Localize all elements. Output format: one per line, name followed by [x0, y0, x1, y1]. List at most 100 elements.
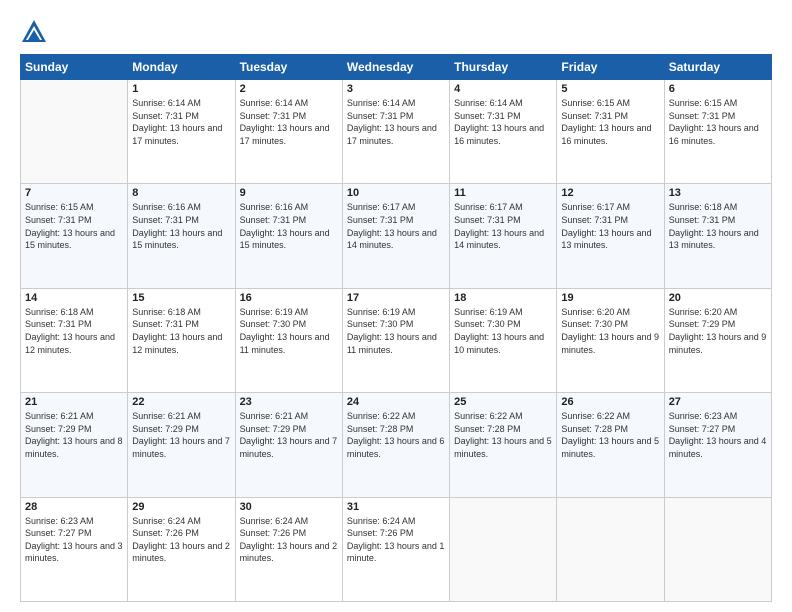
day-info: Sunrise: 6:21 AMSunset: 7:29 PMDaylight:… — [240, 410, 338, 460]
day-info: Sunrise: 6:20 AMSunset: 7:30 PMDaylight:… — [561, 306, 659, 356]
day-number: 1 — [132, 83, 230, 95]
day-number: 23 — [240, 396, 338, 408]
day-number: 9 — [240, 187, 338, 199]
day-info: Sunrise: 6:14 AMSunset: 7:31 PMDaylight:… — [240, 97, 338, 147]
day-number: 13 — [669, 187, 767, 199]
day-number: 31 — [347, 501, 445, 513]
day-info: Sunrise: 6:20 AMSunset: 7:29 PMDaylight:… — [669, 306, 767, 356]
col-header-wednesday: Wednesday — [342, 55, 449, 80]
page: SundayMondayTuesdayWednesdayThursdayFrid… — [0, 0, 792, 612]
calendar-week-4: 21 Sunrise: 6:21 AMSunset: 7:29 PMDayligh… — [21, 393, 772, 497]
calendar-cell: 30Sunrise: 6:24 AMSunset: 7:26 PMDayligh… — [235, 497, 342, 601]
day-number: 11 — [454, 187, 552, 199]
calendar-header-row: SundayMondayTuesdayWednesdayThursdayFrid… — [21, 55, 772, 80]
day-info: Sunrise: 6:18 AMSunset: 7:31 PMDaylight:… — [132, 306, 230, 356]
calendar-cell: 13 Sunrise: 6:18 AMSunset: 7:31 PMDayligh… — [664, 184, 771, 288]
day-number: 20 — [669, 292, 767, 304]
day-number: 19 — [561, 292, 659, 304]
calendar-cell: 9 Sunrise: 6:16 AMSunset: 7:31 PMDaylight… — [235, 184, 342, 288]
calendar-cell: 6 Sunrise: 6:15 AMSunset: 7:31 PMDaylight… — [664, 80, 771, 184]
day-info: Sunrise: 6:19 AMSunset: 7:30 PMDaylight:… — [240, 306, 338, 356]
calendar-cell: 3 Sunrise: 6:14 AMSunset: 7:31 PMDaylight… — [342, 80, 449, 184]
calendar-cell: 27Sunrise: 6:23 AMSunset: 7:27 PMDayligh… — [664, 393, 771, 497]
day-info: Sunrise: 6:15 AMSunset: 7:31 PMDaylight:… — [561, 97, 659, 147]
logo — [20, 18, 52, 46]
day-number: 30 — [240, 501, 338, 513]
col-header-friday: Friday — [557, 55, 664, 80]
day-info: Sunrise: 6:17 AMSunset: 7:31 PMDaylight:… — [347, 201, 445, 251]
day-info: Sunrise: 6:22 AMSunset: 7:28 PMDaylight:… — [454, 410, 552, 460]
calendar-cell: 24 Sunrise: 6:22 AMSunset: 7:28 PMDayligh… — [342, 393, 449, 497]
day-number: 6 — [669, 83, 767, 95]
calendar-cell: 15 Sunrise: 6:18 AMSunset: 7:31 PMDayligh… — [128, 288, 235, 392]
col-header-saturday: Saturday — [664, 55, 771, 80]
calendar-cell: 14 Sunrise: 6:18 AMSunset: 7:31 PMDayligh… — [21, 288, 128, 392]
day-info: Sunrise: 6:23 AMSunset: 7:27 PMDaylight:… — [25, 515, 123, 565]
day-number: 3 — [347, 83, 445, 95]
day-info: Sunrise: 6:18 AMSunset: 7:31 PMDaylight:… — [25, 306, 123, 356]
calendar-cell: 26Sunrise: 6:22 AMSunset: 7:28 PMDayligh… — [557, 393, 664, 497]
day-number: 16 — [240, 292, 338, 304]
calendar-cell: 31Sunrise: 6:24 AMSunset: 7:26 PMDayligh… — [342, 497, 449, 601]
calendar-cell: 12 Sunrise: 6:17 AMSunset: 7:31 PMDayligh… — [557, 184, 664, 288]
day-info: Sunrise: 6:18 AMSunset: 7:31 PMDaylight:… — [669, 201, 767, 251]
day-info: Sunrise: 6:15 AMSunset: 7:31 PMDaylight:… — [25, 201, 123, 251]
calendar-week-3: 14 Sunrise: 6:18 AMSunset: 7:31 PMDayligh… — [21, 288, 772, 392]
calendar-cell: 23 Sunrise: 6:21 AMSunset: 7:29 PMDayligh… — [235, 393, 342, 497]
day-info: Sunrise: 6:17 AMSunset: 7:31 PMDaylight:… — [454, 201, 552, 251]
day-info: Sunrise: 6:21 AMSunset: 7:29 PMDaylight:… — [25, 410, 123, 460]
calendar-cell: 28 Sunrise: 6:23 AMSunset: 7:27 PMDayligh… — [21, 497, 128, 601]
day-number: 7 — [25, 187, 123, 199]
day-number: 5 — [561, 83, 659, 95]
col-header-sunday: Sunday — [21, 55, 128, 80]
day-number: 22 — [132, 396, 230, 408]
day-number: 8 — [132, 187, 230, 199]
calendar-cell: 5 Sunrise: 6:15 AMSunset: 7:31 PMDaylight… — [557, 80, 664, 184]
day-number: 18 — [454, 292, 552, 304]
day-info: Sunrise: 6:16 AMSunset: 7:31 PMDaylight:… — [240, 201, 338, 251]
header — [20, 18, 772, 46]
day-number: 17 — [347, 292, 445, 304]
day-number: 14 — [25, 292, 123, 304]
calendar-week-2: 7 Sunrise: 6:15 AMSunset: 7:31 PMDaylight… — [21, 184, 772, 288]
calendar-cell: 16 Sunrise: 6:19 AMSunset: 7:30 PMDayligh… — [235, 288, 342, 392]
day-number: 21 — [25, 396, 123, 408]
day-number: 15 — [132, 292, 230, 304]
logo-icon — [20, 18, 48, 46]
day-info: Sunrise: 6:23 AMSunset: 7:27 PMDaylight:… — [669, 410, 767, 460]
day-info: Sunrise: 6:15 AMSunset: 7:31 PMDaylight:… — [669, 97, 767, 147]
day-number: 29 — [132, 501, 230, 513]
day-info: Sunrise: 6:14 AMSunset: 7:31 PMDaylight:… — [347, 97, 445, 147]
calendar-cell: 25 Sunrise: 6:22 AMSunset: 7:28 PMDayligh… — [450, 393, 557, 497]
day-info: Sunrise: 6:16 AMSunset: 7:31 PMDaylight:… — [132, 201, 230, 251]
day-number: 4 — [454, 83, 552, 95]
calendar-cell — [450, 497, 557, 601]
calendar-cell: 19 Sunrise: 6:20 AMSunset: 7:30 PMDayligh… — [557, 288, 664, 392]
calendar-cell: 4 Sunrise: 6:14 AMSunset: 7:31 PMDaylight… — [450, 80, 557, 184]
calendar-cell — [557, 497, 664, 601]
day-info: Sunrise: 6:14 AMSunset: 7:31 PMDaylight:… — [132, 97, 230, 147]
day-info: Sunrise: 6:17 AMSunset: 7:31 PMDaylight:… — [561, 201, 659, 251]
calendar-cell — [21, 80, 128, 184]
day-number: 25 — [454, 396, 552, 408]
calendar-cell: 20 Sunrise: 6:20 AMSunset: 7:29 PMDayligh… — [664, 288, 771, 392]
calendar-cell: 18Sunrise: 6:19 AMSunset: 7:30 PMDayligh… — [450, 288, 557, 392]
calendar-cell: 8 Sunrise: 6:16 AMSunset: 7:31 PMDaylight… — [128, 184, 235, 288]
calendar-week-5: 28 Sunrise: 6:23 AMSunset: 7:27 PMDayligh… — [21, 497, 772, 601]
calendar-cell: 2 Sunrise: 6:14 AMSunset: 7:31 PMDaylight… — [235, 80, 342, 184]
day-info: Sunrise: 6:14 AMSunset: 7:31 PMDaylight:… — [454, 97, 552, 147]
calendar-cell: 7 Sunrise: 6:15 AMSunset: 7:31 PMDaylight… — [21, 184, 128, 288]
calendar-cell: 29Sunrise: 6:24 AMSunset: 7:26 PMDayligh… — [128, 497, 235, 601]
day-number: 28 — [25, 501, 123, 513]
calendar-cell: 10 Sunrise: 6:17 AMSunset: 7:31 PMDayligh… — [342, 184, 449, 288]
day-number: 10 — [347, 187, 445, 199]
day-number: 24 — [347, 396, 445, 408]
calendar-table: SundayMondayTuesdayWednesdayThursdayFrid… — [20, 54, 772, 602]
calendar-cell: 22Sunrise: 6:21 AMSunset: 7:29 PMDayligh… — [128, 393, 235, 497]
day-info: Sunrise: 6:19 AMSunset: 7:30 PMDaylight:… — [347, 306, 445, 356]
day-number: 2 — [240, 83, 338, 95]
col-header-thursday: Thursday — [450, 55, 557, 80]
day-info: Sunrise: 6:22 AMSunset: 7:28 PMDaylight:… — [347, 410, 445, 460]
day-number: 26 — [561, 396, 659, 408]
day-number: 12 — [561, 187, 659, 199]
